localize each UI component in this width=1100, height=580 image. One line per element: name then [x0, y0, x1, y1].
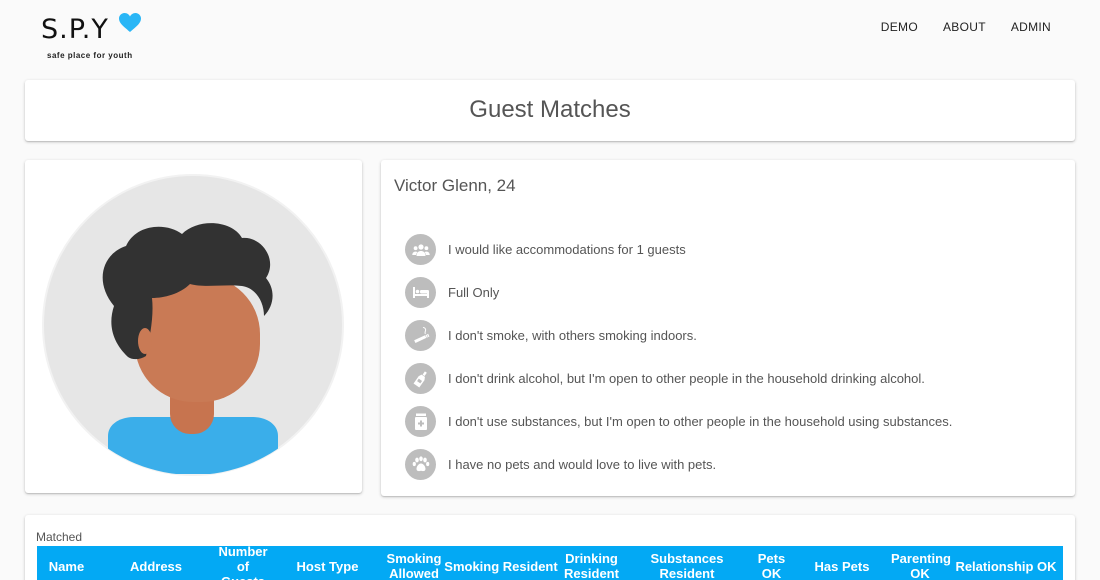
avatar-card: [25, 160, 362, 493]
people-icon: [405, 234, 436, 265]
column-header-name[interactable]: Name: [37, 559, 96, 574]
app-header: S.P.Y safe place for youth DEMO ABOUT AD…: [0, 0, 1100, 70]
logo-tagline: safe place for youth: [47, 51, 133, 60]
nav-about[interactable]: ABOUT: [943, 20, 986, 34]
matched-label: Matched: [36, 530, 83, 544]
preference-list: I would like accommodations for 1 guests…: [405, 228, 952, 486]
column-header-number-of-guests[interactable]: Number of Guests: [216, 546, 270, 580]
preference-drinking: I don't drink alcohol, but I'm open to o…: [405, 357, 952, 400]
heart-icon: [119, 13, 141, 32]
spy-logo[interactable]: S.P.Y safe place for youth: [41, 12, 151, 62]
medicine-icon: [405, 406, 436, 437]
nav-admin[interactable]: ADMIN: [1011, 20, 1051, 34]
column-header-smoking-resident[interactable]: Smoking Resident: [443, 559, 559, 574]
nav-demo[interactable]: DEMO: [881, 20, 918, 34]
column-header-substances-resident[interactable]: Substances Resident: [624, 551, 750, 580]
preference-text: I have no pets and would love to live wi…: [448, 457, 717, 472]
preference-pets: I have no pets and would love to live wi…: [405, 443, 952, 486]
smoking-icon: [405, 320, 436, 351]
bottle-icon: [405, 363, 436, 394]
paw-icon: [405, 449, 436, 480]
guest-avatar: [42, 174, 344, 476]
column-header-parenting-ok[interactable]: Parenting OK: [891, 551, 951, 580]
preference-text: I don't use substances, but I'm open to …: [448, 414, 953, 429]
guest-name: Victor Glenn, 24: [394, 176, 516, 195]
preference-bed: Full Only: [405, 271, 952, 314]
logo-text: S.P.Y: [41, 14, 109, 45]
preference-text: I don't smoke, with others smoking indoo…: [448, 328, 697, 343]
main-nav: DEMO ABOUT ADMIN: [881, 20, 1051, 34]
preference-text: I would like accommodations for 1 guests: [448, 242, 686, 257]
guest-info-card: Victor Glenn, 24 I would like accommodat…: [381, 160, 1075, 496]
preference-substances: I don't use substances, but I'm open to …: [405, 400, 952, 443]
column-header-drinking-resident[interactable]: Drinking Resident: [559, 551, 624, 580]
page-title: Guest Matches: [469, 96, 631, 123]
column-header-address[interactable]: Address: [96, 559, 216, 574]
column-header-pets-ok[interactable]: Pets OK: [750, 551, 793, 580]
preference-smoking: I don't smoke, with others smoking indoo…: [405, 314, 952, 357]
matched-table-card: Matched Name Address Number of Guests Ho…: [25, 515, 1075, 580]
preference-text: Full Only: [448, 285, 500, 300]
column-header-relationship-ok[interactable]: Relationship OK: [949, 559, 1063, 574]
column-header-host-type[interactable]: Host Type: [270, 559, 385, 574]
preference-text: I don't drink alcohol, but I'm open to o…: [448, 371, 925, 386]
table-header: Name Address Number of Guests Host Type …: [37, 546, 1063, 580]
preference-guests: I would like accommodations for 1 guests: [405, 228, 952, 271]
column-header-has-pets[interactable]: Has Pets: [793, 559, 891, 574]
column-header-smoking-allowed[interactable]: Smoking Allowed: [385, 551, 443, 580]
bed-icon: [405, 277, 436, 308]
title-card: Guest Matches: [25, 80, 1075, 141]
